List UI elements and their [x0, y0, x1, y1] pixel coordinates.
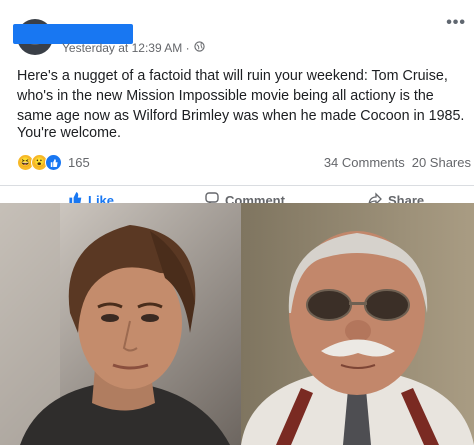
more-options-button[interactable]: •••	[446, 14, 466, 32]
reaction-count: 165	[68, 155, 90, 170]
post-text: Here's a nugget of a factoid that will r…	[17, 68, 465, 124]
comments-count-link[interactable]: 34 Comments	[324, 155, 405, 170]
like-reaction-icon	[45, 154, 62, 171]
tom-cruise-photo[interactable]	[0, 203, 241, 445]
reaction-summary[interactable]: 😆 😮 165	[17, 154, 90, 171]
timestamp[interactable]: Yesterday at 12:39 AM ·	[62, 41, 190, 55]
post-meta: Yesterday at 12:39 AM ·	[62, 41, 205, 55]
post-closing: You're welcome.	[17, 125, 121, 141]
shares-count-link[interactable]: 20 Shares	[412, 155, 471, 170]
post-stats: 34 Comments 20 Shares	[324, 155, 471, 170]
facebook-post: Yesterday at 12:39 AM · ••• Here's a nug…	[0, 0, 474, 208]
portrait-right-image	[241, 203, 474, 445]
wilford-brimley-photo[interactable]	[241, 203, 474, 445]
globe-icon	[194, 41, 205, 55]
portrait-left-image	[0, 203, 241, 445]
